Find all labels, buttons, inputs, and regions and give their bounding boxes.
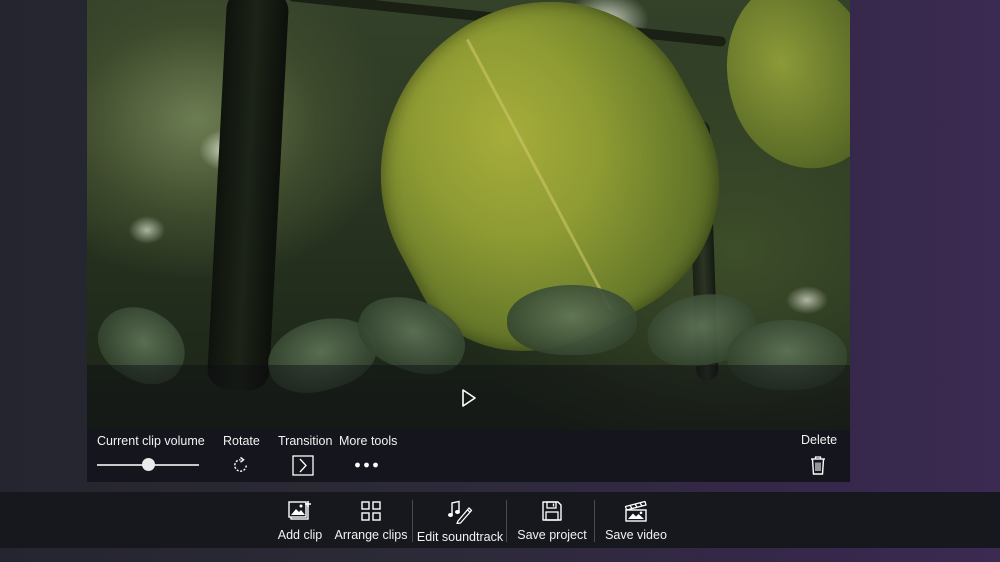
- save-video-button[interactable]: Save video: [604, 492, 668, 548]
- command-divider: [594, 500, 595, 542]
- preview-tree-trunk: [206, 0, 290, 392]
- volume-thumb[interactable]: [142, 458, 155, 471]
- save-project-button[interactable]: Save project: [516, 492, 588, 548]
- video-editor-window: Current clip volume Rotate Transition Mo…: [0, 0, 1000, 562]
- command-divider: [506, 500, 507, 542]
- edit-soundtrack-button[interactable]: Edit soundtrack: [416, 492, 504, 548]
- clapperboard-icon: [624, 500, 647, 522]
- video-preview[interactable]: [87, 0, 850, 430]
- clip-tools-bar: Current clip volume Rotate Transition Mo…: [87, 430, 850, 482]
- add-clip-button[interactable]: Add clip: [277, 492, 323, 548]
- rotate-icon[interactable]: [231, 456, 250, 475]
- volume-label: Current clip volume: [97, 434, 205, 448]
- play-icon: [462, 389, 476, 407]
- edit-soundtrack-label: Edit soundtrack: [416, 530, 504, 544]
- arrange-clips-button[interactable]: Arrange clips: [335, 492, 407, 548]
- save-video-label: Save video: [605, 528, 667, 542]
- volume-slider[interactable]: [97, 458, 199, 472]
- arrange-clips-label: Arrange clips: [334, 528, 408, 542]
- trash-icon[interactable]: [809, 455, 827, 475]
- more-tools-label: More tools: [339, 434, 398, 448]
- transition-label: Transition: [278, 434, 333, 448]
- save-icon: [542, 501, 562, 521]
- playback-bar: [87, 365, 850, 430]
- grid-icon: [361, 501, 381, 521]
- save-project-label: Save project: [517, 528, 587, 542]
- preview-plant: [507, 285, 637, 355]
- preview-leaf-right: [699, 0, 850, 190]
- command-bar: Add clip Arrange clips Edit soundtrack S…: [0, 492, 1000, 548]
- delete-label: Delete: [801, 433, 838, 447]
- add-clip-icon: [288, 501, 311, 520]
- add-clip-label: Add clip: [277, 528, 323, 542]
- transition-icon[interactable]: [292, 455, 314, 476]
- play-button[interactable]: [446, 375, 492, 421]
- command-divider: [412, 500, 413, 542]
- music-note-icon: [448, 500, 473, 524]
- more-icon[interactable]: [354, 461, 380, 469]
- rotate-label: Rotate: [223, 434, 260, 448]
